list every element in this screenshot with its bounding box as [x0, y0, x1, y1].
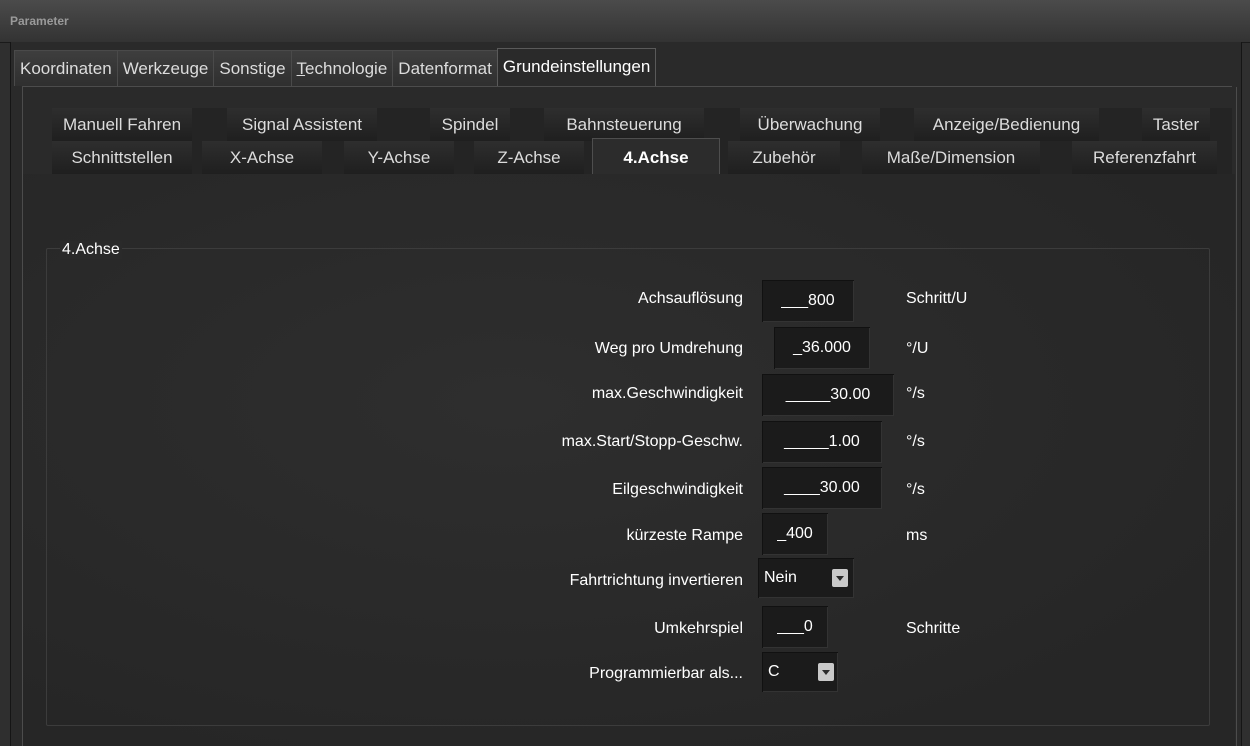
subtab-ueberwachung[interactable]: Überwachung [740, 108, 880, 141]
programmierbar-als-select[interactable]: C [762, 652, 838, 692]
unit-umkehrspiel: Schritte [906, 620, 961, 637]
window-titlebar: Parameter [0, 0, 1250, 43]
subtab-spindel[interactable]: Spindel [430, 108, 510, 141]
achsaufloesung-input[interactable] [762, 280, 854, 322]
unit-max-start-stopp-geschw: °/s [906, 433, 925, 450]
label-weg-pro-umdrehung: Weg pro Umdrehung [594, 340, 743, 357]
weg-pro-umdrehung-input[interactable] [774, 327, 870, 369]
label-eilgeschwindigkeit: Eilgeschwindigkeit [612, 481, 743, 498]
subtab-bahnsteuerung[interactable]: Bahnsteuerung [544, 108, 704, 141]
subtab-4-achse[interactable]: 4.Achse [592, 138, 720, 177]
chevron-down-icon [832, 569, 848, 587]
label-fahrtrichtung-invertieren: Fahrtrichtung invertieren [569, 572, 743, 589]
unit-eilgeschwindigkeit: °/s [906, 481, 925, 498]
tab-grundeinstellungen[interactable]: Grundeinstellungen [496, 48, 657, 89]
tab-sonstige[interactable]: Sonstige [213, 50, 292, 86]
kuerzeste-rampe-input[interactable] [762, 513, 828, 555]
label-achsaufloesung: Achsauflösung [638, 290, 743, 307]
top-tab-bar: Koordinaten Werkzeuge Sonstige Technolog… [14, 48, 657, 89]
group-title: 4.Achse [60, 241, 122, 259]
subtab-zubehoer[interactable]: Zubehör [728, 141, 840, 174]
programmierbar-als-value: C [768, 663, 780, 680]
window-title: Parameter [10, 14, 69, 28]
tab-technologie-mnemonic: T [296, 59, 306, 78]
unit-achsaufloesung: Schritt/U [906, 290, 968, 307]
subtab-manuell-fahren[interactable]: Manuell Fahren [52, 108, 192, 141]
tab-koordinaten[interactable]: Koordinaten [14, 50, 118, 86]
eilgeschwindigkeit-input[interactable] [762, 467, 882, 509]
label-kuerzeste-rampe: kürzeste Rampe [626, 527, 744, 544]
subtab-z-achse[interactable]: Z-Achse [474, 141, 584, 174]
tab-technologie[interactable]: Technologie [290, 50, 394, 86]
sub-tab-bar: Manuell Fahren Signal Assistent Spindel … [52, 108, 1232, 177]
sub-tab-row-2: Schnittstellen X-Achse Y-Achse Z-Achse 4… [52, 138, 1232, 177]
tab-datenformat[interactable]: Datenformat [392, 50, 498, 86]
chevron-down-icon [818, 663, 834, 681]
unit-weg-pro-umdrehung: °/U [906, 340, 929, 357]
label-max-geschwindigkeit: max.Geschwindigkeit [591, 385, 743, 402]
subtab-masse-dimension[interactable]: Maße/Dimension [862, 141, 1040, 174]
label-max-start-stopp-geschw: max.Start/Stopp-Geschw. [561, 433, 743, 450]
unit-max-geschwindigkeit: °/s [906, 385, 925, 402]
tab-technologie-label: echnologie [305, 59, 388, 78]
subtab-taster[interactable]: Taster [1142, 108, 1210, 141]
max-start-stopp-geschw-input[interactable] [762, 421, 882, 463]
sub-tab-row-1: Manuell Fahren Signal Assistent Spindel … [52, 108, 1232, 141]
max-geschwindigkeit-input[interactable] [762, 374, 894, 416]
unit-kuerzeste-rampe: ms [906, 527, 928, 544]
umkehrspiel-input[interactable] [762, 606, 828, 648]
subtab-x-achse[interactable]: X-Achse [202, 141, 322, 174]
label-programmierbar-als: Programmierbar als... [589, 665, 743, 682]
subtab-anzeige-bedienung[interactable]: Anzeige/Bedienung [914, 108, 1099, 141]
subtab-signal-assistent[interactable]: Signal Assistent [227, 108, 377, 141]
fahrtrichtung-invertieren-value: Nein [764, 569, 797, 586]
subtab-schnittstellen[interactable]: Schnittstellen [52, 141, 192, 174]
label-umkehrspiel: Umkehrspiel [654, 620, 743, 637]
tab-werkzeuge[interactable]: Werkzeuge [116, 50, 215, 86]
subtab-y-achse[interactable]: Y-Achse [344, 141, 454, 174]
subtab-referenzfahrt[interactable]: Referenzfahrt [1072, 141, 1217, 174]
fahrtrichtung-invertieren-select[interactable]: Nein [758, 558, 854, 598]
